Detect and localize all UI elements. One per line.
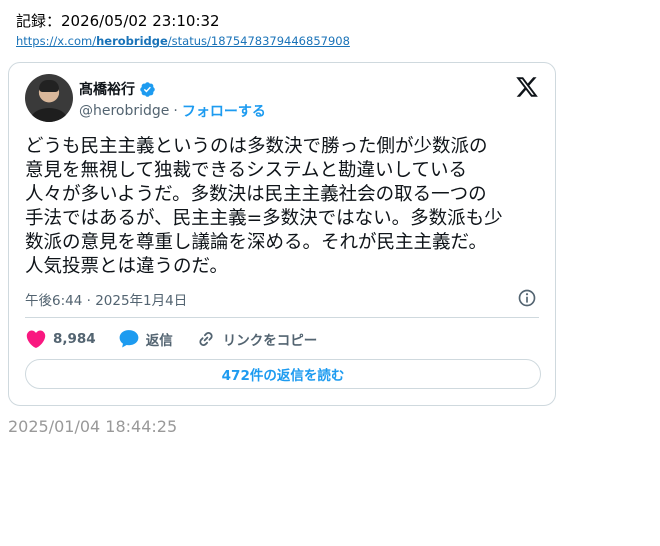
info-icon[interactable] <box>517 288 537 308</box>
copy-link-label: リンクをコピー <box>222 333 318 349</box>
tweet-card: 髙橋裕行 @herobridge · フォローする どうも民主主義というのは多数… <box>8 62 556 406</box>
copy-link-button[interactable]: リンクをコピー <box>195 328 318 350</box>
read-replies-button[interactable]: 472件の返信を読む <box>25 359 541 389</box>
tweet-text: どうも民主主義というのは多数決で勝った側が少数派の 意見を無視して独裁できるシス… <box>25 136 503 277</box>
avatar[interactable] <box>25 74 73 122</box>
heart-icon <box>26 330 46 348</box>
display-name[interactable]: 髙橋裕行 <box>79 79 135 99</box>
author-name-row: 髙橋裕行 <box>79 79 156 99</box>
url-user: herobridge <box>96 34 168 48</box>
action-bar: 8,984 返信 リンクをコピー <box>25 327 339 351</box>
verified-badge-icon <box>140 81 155 97</box>
tweet-url-link[interactable]: https://x.com/herobridge/status/18754783… <box>16 34 350 49</box>
divider <box>25 317 539 318</box>
tweet-timestamp[interactable]: 午後6:44 · 2025年1月4日 <box>25 289 187 309</box>
x-logo-icon[interactable] <box>515 75 539 99</box>
follow-button[interactable]: フォローする <box>182 101 266 121</box>
like-button[interactable]: 8,984 <box>25 328 96 350</box>
url-prefix: https://x.com/ <box>16 34 97 48</box>
speech-bubble-icon <box>119 330 139 348</box>
reply-label: 返信 <box>145 333 173 349</box>
capture-time: 2025/01/04 18:44:25 <box>8 417 178 436</box>
like-count: 8,984 <box>53 331 96 347</box>
reply-button[interactable]: 返信 <box>118 328 173 350</box>
handle-row: @herobridge · フォローする <box>79 101 266 121</box>
handle[interactable]: @herobridge <box>79 103 169 119</box>
separator: · <box>173 103 178 119</box>
record-timestamp: 記録：2026/05/02 23:10:32 <box>16 12 220 30</box>
url-suffix: /status/1875478379446857908 <box>167 34 350 48</box>
link-icon <box>199 332 213 346</box>
